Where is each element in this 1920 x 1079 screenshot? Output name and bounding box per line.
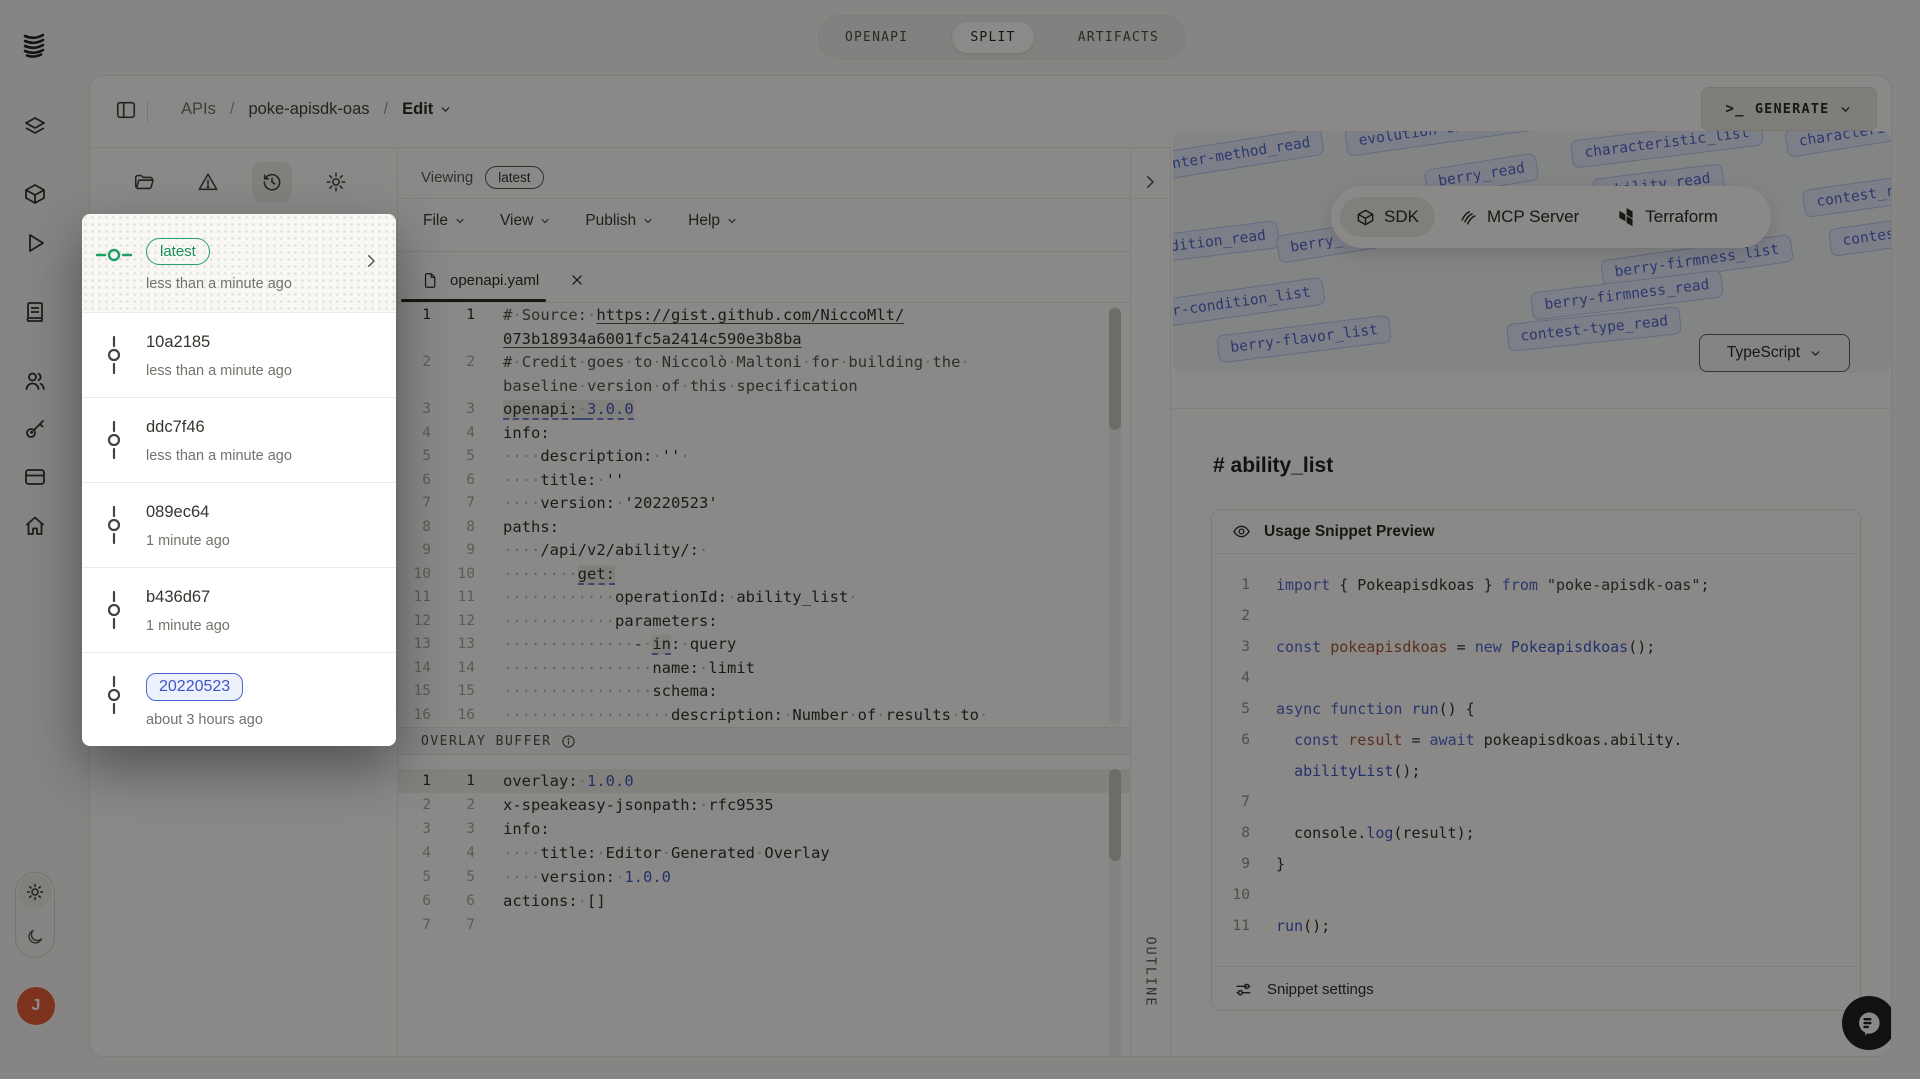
version-timestamp: 1 minute ago xyxy=(146,533,230,549)
commit-icon xyxy=(107,505,121,545)
commit-icon xyxy=(107,420,121,460)
version-item-ddc7f46[interactable]: ddc7f46 less than a minute ago xyxy=(82,398,396,483)
version-timestamp: less than a minute ago xyxy=(146,276,292,292)
current-version-icon xyxy=(95,248,133,262)
version-id: 089ec64 xyxy=(146,503,210,521)
version-id: b436d67 xyxy=(146,588,211,606)
version-timestamp: about 3 hours ago xyxy=(146,712,263,728)
version-timestamp: 1 minute ago xyxy=(146,618,230,634)
commit-icon xyxy=(107,335,121,375)
version-timestamp: less than a minute ago xyxy=(146,448,292,464)
version-item-20220523[interactable]: 20220523 about 3 hours ago xyxy=(82,653,396,746)
version-item-latest[interactable]: latest less than a minute ago xyxy=(82,214,396,313)
version-item-089ec64[interactable]: 089ec64 1 minute ago xyxy=(82,483,396,568)
version-id: latest xyxy=(146,238,210,265)
version-id: 20220523 xyxy=(146,673,244,701)
version-history-popover: latest less than a minute ago 10a2185 less … xyxy=(82,214,396,746)
version-timestamp: less than a minute ago xyxy=(146,363,292,379)
version-id: 10a2185 xyxy=(146,333,211,351)
commit-icon xyxy=(107,590,121,630)
version-item-b436d67[interactable]: b436d67 1 minute ago xyxy=(82,568,396,653)
commit-icon xyxy=(107,675,121,715)
version-item-10a2185[interactable]: 10a2185 less than a minute ago xyxy=(82,313,396,398)
chevron-right-icon xyxy=(368,255,375,267)
version-id: ddc7f46 xyxy=(146,418,205,436)
